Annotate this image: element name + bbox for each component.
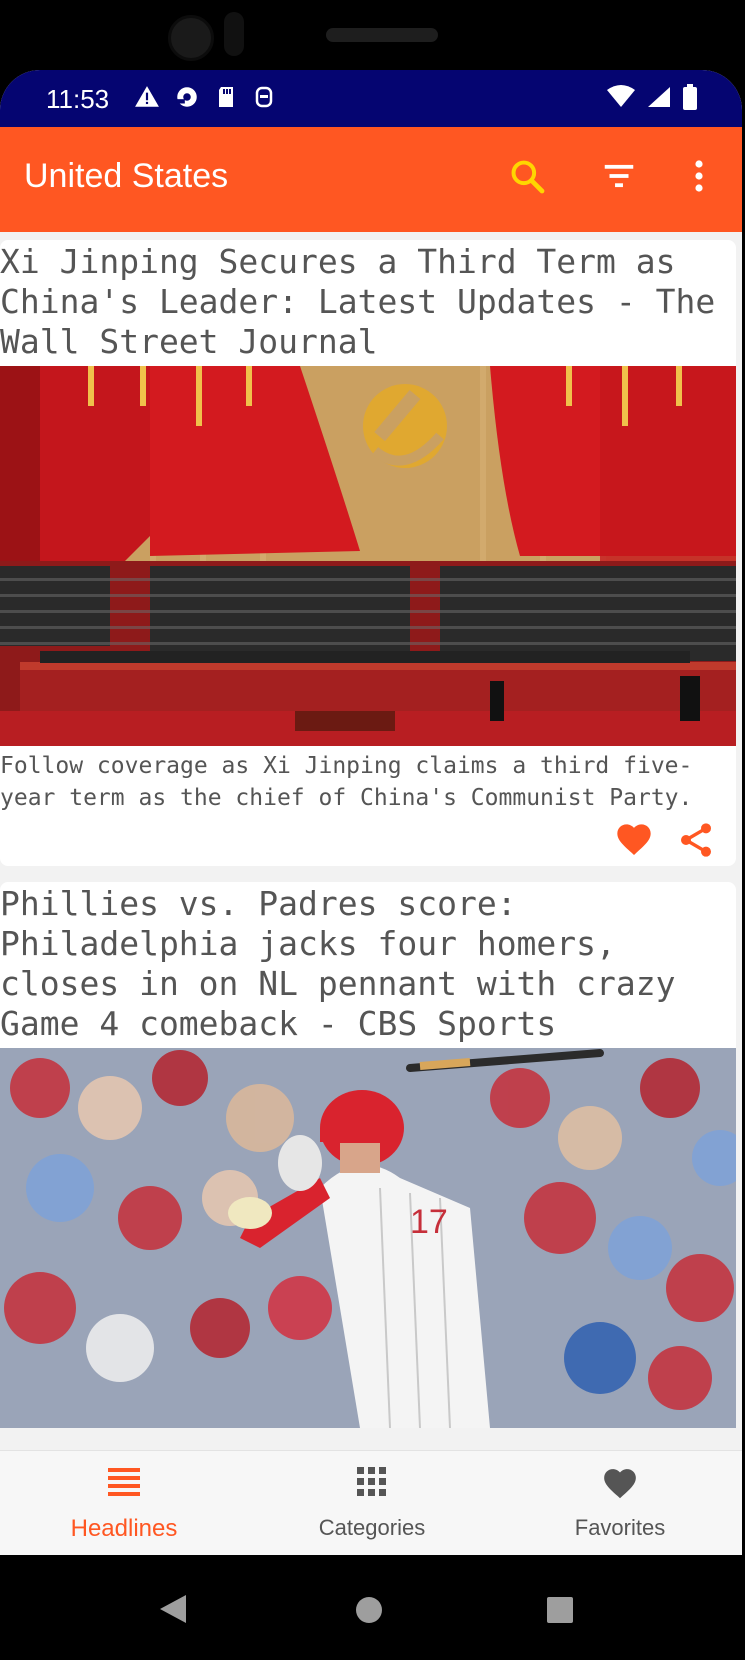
- page-title: United States: [24, 157, 229, 195]
- article-title[interactable]: Xi Jinping Secures a Third Term as China…: [0, 242, 736, 362]
- svg-text:17: 17: [410, 1203, 448, 1241]
- earpiece-speaker: [326, 28, 438, 42]
- nav-label-favorites: Favorites: [574, 1515, 666, 1540]
- headlines-feed[interactable]: Xi Jinping Secures a Third Term as China…: [0, 240, 736, 1444]
- warning-icon: [134, 84, 160, 115]
- more-options-button[interactable]: [676, 155, 722, 201]
- proximity-sensor: [224, 12, 244, 56]
- signal-icon: [646, 85, 672, 114]
- grid-icon: [355, 1465, 389, 1504]
- filter-icon: [600, 157, 638, 200]
- share-icon: [676, 823, 716, 864]
- system-navigation-bar: [0, 1555, 745, 1660]
- sd-card-icon: [214, 84, 238, 115]
- share-button[interactable]: [676, 820, 720, 864]
- heart-icon: [600, 1465, 640, 1508]
- article-card[interactable]: Phillies vs. Padres score: Philadelphia …: [0, 882, 736, 1428]
- filter-button[interactable]: [596, 155, 642, 201]
- wifi-icon: [606, 85, 636, 114]
- nav-categories[interactable]: Categories: [248, 1451, 496, 1555]
- status-bar: 11:53: [0, 70, 742, 127]
- bottom-navigation: Headlines Categories Favorites: [0, 1450, 742, 1555]
- back-icon[interactable]: [158, 1593, 188, 1630]
- article-actions: [0, 814, 736, 866]
- article-title[interactable]: Phillies vs. Padres score: Philadelphia …: [0, 884, 736, 1044]
- front-camera: [168, 15, 214, 61]
- app-bar: United States: [0, 127, 742, 232]
- status-time: 11:53: [46, 84, 110, 114]
- article-image[interactable]: 17: [0, 1048, 736, 1428]
- nav-label-categories: Categories: [318, 1515, 426, 1540]
- list-icon: [106, 1465, 142, 1502]
- search-button[interactable]: [504, 155, 550, 201]
- nav-favorites[interactable]: Favorites: [496, 1451, 742, 1555]
- more-vert-icon: [694, 159, 704, 198]
- recents-icon[interactable]: [545, 1595, 575, 1630]
- search-icon: [508, 157, 546, 200]
- app-icon: [252, 84, 276, 115]
- home-icon[interactable]: [354, 1595, 384, 1630]
- device-bezel: [0, 0, 745, 70]
- baseball-player-image: 17: [0, 1048, 736, 1428]
- article-card[interactable]: Xi Jinping Secures a Third Term as China…: [0, 240, 736, 866]
- nav-label-headlines: Headlines: [70, 1515, 178, 1542]
- heart-icon: [614, 824, 654, 864]
- battery-icon: [682, 84, 698, 115]
- screen: 11:53 United States Xi Jinping Secures a…: [0, 70, 742, 1555]
- favorite-button[interactable]: [614, 820, 658, 864]
- sync-icon: [174, 84, 200, 115]
- article-description: Follow coverage as Xi Jinping claims a t…: [0, 753, 693, 811]
- article-image[interactable]: [0, 366, 736, 746]
- congress-hall-image: [0, 366, 736, 746]
- nav-headlines[interactable]: Headlines: [0, 1451, 248, 1555]
